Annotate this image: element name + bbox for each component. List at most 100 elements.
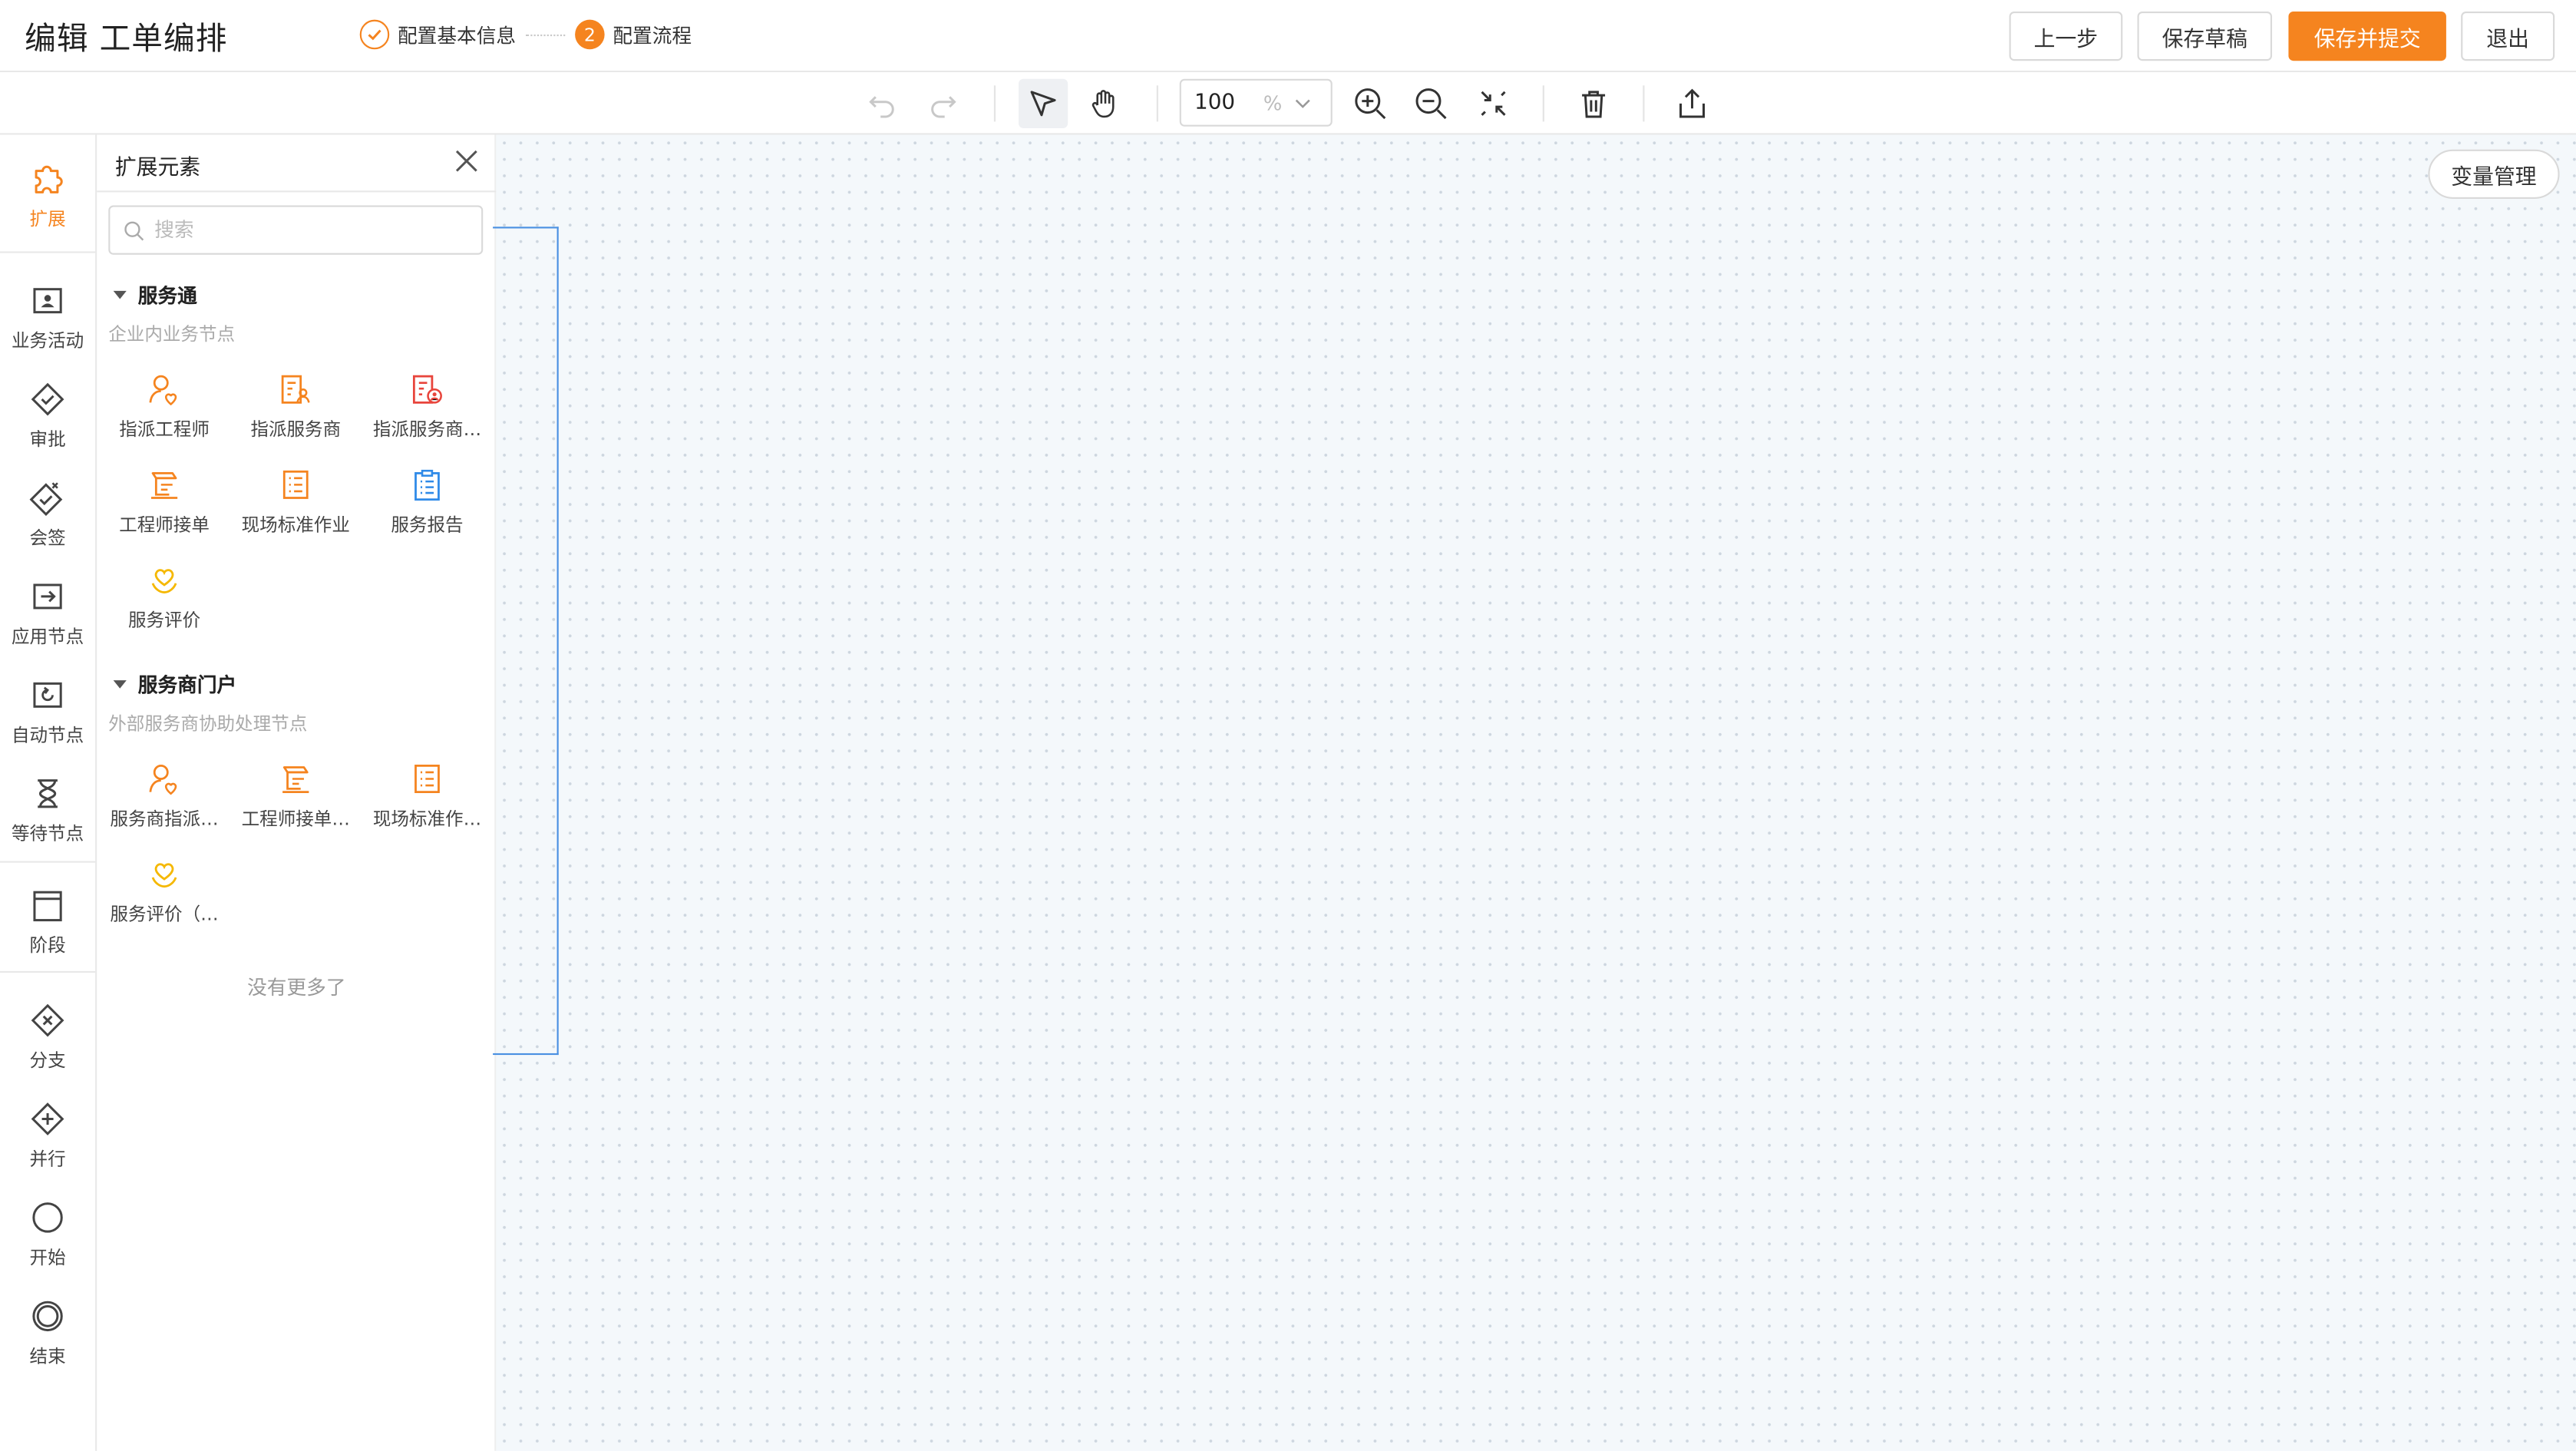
step-indicator: 配置基本信息 2 配置流程 [359, 19, 692, 50]
extension-panel: 扩展元素 服务通 企业内业务节点 指派工程师 指派服务商 指派服务商… 工程师接… [97, 134, 497, 1451]
group-header-provider-portal[interactable]: 服务商门户 [113, 670, 236, 698]
selection-frame[interactable] [493, 226, 559, 1056]
node-label: 服务评价（… [110, 904, 219, 925]
zoom-in-icon[interactable] [1346, 79, 1395, 128]
step-2-number: 2 [575, 19, 605, 50]
service-rating-icon [151, 569, 177, 593]
node-label: 指派服务商 [250, 418, 342, 441]
rail-item-activity[interactable]: 业务活动 [0, 273, 95, 365]
fit-icon[interactable] [1468, 79, 1518, 128]
variable-management-button[interactable]: 变量管理 [2428, 149, 2560, 199]
node-label: 工程师接单… [241, 808, 350, 830]
hourglass-icon [38, 779, 58, 808]
rail-item-label: 扩展 [29, 208, 66, 230]
node-assign-provider[interactable]: 指派服务商 [230, 372, 362, 457]
rail-item-wait-node[interactable]: 等待节点 [0, 765, 95, 858]
countersign-icon [29, 482, 63, 517]
zoom-out-icon[interactable] [1406, 79, 1455, 128]
rail-item-app-node[interactable]: 应用节点 [0, 569, 95, 661]
save-draft-button[interactable]: 保存草稿 [2137, 11, 2273, 61]
node-label: 服务评价 [127, 610, 201, 631]
rail-item-end[interactable]: 结束 [0, 1288, 95, 1380]
rail-item-label: 并行 [29, 1149, 66, 1170]
node-assign-provider-2[interactable]: 指派服务商… [362, 372, 493, 457]
node-label: 指派服务商… [372, 418, 482, 441]
node-label: 现场标准作… [372, 808, 482, 830]
rail-item-approval[interactable]: 审批 [0, 372, 95, 464]
engineer-accept-icon [150, 472, 178, 499]
rail-item-auto-node[interactable]: 自动节点 [0, 667, 95, 759]
pointer-icon[interactable] [1018, 78, 1068, 128]
rail-item-start[interactable]: 开始 [0, 1190, 95, 1282]
service-rating-icon [151, 863, 177, 888]
group-subtitle: 企业内业务节点 [108, 323, 236, 345]
puzzle-icon [35, 165, 63, 193]
undo-icon[interactable] [857, 79, 907, 128]
zoom-unit: % [1263, 91, 1283, 114]
node-provider-assign[interactable]: 服务商指派… [98, 761, 230, 846]
rail-item-countersign[interactable]: 会签 [0, 470, 95, 562]
header-bar: 编辑 工单编排 配置基本信息 2 配置流程 上一步 保存草稿 保存并提交 退出 [0, 0, 2576, 73]
provider-assign-icon [149, 764, 177, 795]
node-label: 指派工程师 [119, 418, 210, 441]
step-connector [525, 33, 566, 36]
service-report-icon [414, 469, 440, 501]
auto-node-icon [33, 682, 62, 708]
rail-item-label: 业务活动 [11, 330, 84, 352]
activity-icon [33, 288, 62, 314]
node-label: 工程师接单 [119, 514, 210, 536]
assign-engineer-icon [149, 375, 177, 406]
node-assign-engineer[interactable]: 指派工程师 [98, 372, 230, 457]
search-icon [124, 220, 144, 240]
node-service-report[interactable]: 服务报告 [362, 467, 493, 552]
node-onsite-sop[interactable]: 现场标准作业 [230, 467, 362, 552]
search-box[interactable] [108, 205, 484, 255]
search-input[interactable] [154, 218, 467, 242]
rail-item-label: 阶段 [29, 934, 66, 957]
rail-item-label: 开始 [29, 1247, 66, 1269]
chevron-down-icon [1295, 98, 1310, 107]
rail-item-stage[interactable]: 阶段 [0, 878, 95, 970]
close-icon[interactable] [454, 148, 480, 174]
hand-icon[interactable] [1079, 79, 1128, 128]
rail-item-label: 结束 [29, 1345, 66, 1367]
parallel-icon [31, 1102, 64, 1135]
node-engineer-accept-portal[interactable]: 工程师接单… [230, 761, 362, 846]
rail-item-parallel[interactable]: 并行 [0, 1091, 95, 1183]
export-icon[interactable] [1667, 79, 1716, 128]
stage-icon [33, 891, 62, 922]
group-header-fuwutong[interactable]: 服务通 [113, 281, 197, 309]
onsite-sop-icon [414, 764, 440, 794]
exit-button[interactable]: 退出 [2461, 11, 2555, 61]
check-icon [359, 19, 390, 50]
redo-icon[interactable] [918, 79, 967, 128]
page-title: 编辑 工单编排 [25, 21, 228, 58]
node-label: 现场标准作业 [241, 514, 350, 536]
delete-icon[interactable] [1569, 79, 1618, 128]
zoom-select[interactable]: 100 % [1179, 78, 1333, 127]
rail-item-label: 等待节点 [11, 823, 84, 845]
node-service-rating-portal[interactable]: 服务评价（… [98, 856, 230, 941]
caret-down-icon [113, 290, 127, 299]
node-service-rating[interactable]: 服务评价 [98, 562, 230, 647]
rail-item-label: 应用节点 [11, 626, 84, 648]
panel-title: 扩展元素 [114, 156, 201, 181]
save-submit-button[interactable]: 保存并提交 [2288, 11, 2446, 61]
rail-item-label: 分支 [29, 1049, 66, 1072]
rail-item-branch[interactable]: 分支 [0, 993, 95, 1085]
prev-step-button[interactable]: 上一步 [2009, 11, 2123, 61]
rail-item-label: 会签 [29, 527, 66, 549]
group-title: 服务通 [137, 284, 197, 308]
rail-item-label: 审批 [29, 428, 66, 451]
zoom-value: 100 [1194, 90, 1236, 115]
end-icon [32, 1301, 63, 1332]
node-engineer-accept[interactable]: 工程师接单 [98, 467, 230, 552]
assign-provider-icon [281, 375, 310, 404]
rail-item-label: 自动节点 [11, 724, 84, 746]
node-label: 服务报告 [391, 514, 464, 536]
flow-canvas[interactable]: 变量管理 [493, 134, 2576, 1451]
group-subtitle: 外部服务商协助处理节点 [108, 712, 308, 735]
node-onsite-sop-portal[interactable]: 现场标准作… [362, 761, 493, 846]
start-icon [32, 1202, 63, 1233]
rail-item-extension[interactable]: 扩展 [0, 148, 95, 240]
